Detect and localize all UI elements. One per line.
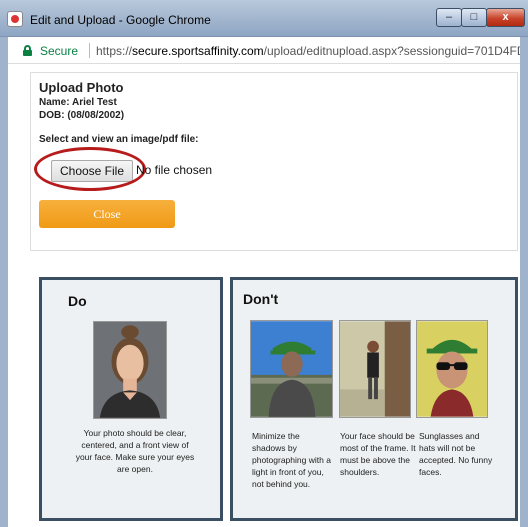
do-heading: Do	[68, 293, 87, 309]
chrome-app-icon	[7, 11, 23, 27]
do-caption: Your photo should be clear, centered, an…	[75, 428, 195, 474]
sunglasses-example-photo	[416, 320, 488, 418]
section-divider	[30, 250, 518, 251]
title-bar[interactable]: Edit and Upload - Google Chrome – □ x	[0, 0, 528, 37]
no-file-chosen-text: No file chosen	[136, 163, 213, 177]
player-name: Name: Ariel Test	[39, 97, 117, 108]
address-bar[interactable]: Secure https://secure.sportsaffinity.com…	[8, 38, 520, 64]
page-content: Upload Photo Name: Ariel Test DOB: (08/0…	[8, 64, 520, 527]
player-dob: DOB: (08/08/2002)	[39, 110, 125, 121]
backlit-example-photo	[250, 320, 333, 418]
address-separator	[89, 43, 90, 58]
dont-caption-sunglasses: Sunglasses and hats will not be accepted…	[419, 431, 493, 477]
maximize-button[interactable]: □	[461, 8, 487, 27]
close-window-button[interactable]: x	[486, 8, 525, 27]
window-frame-right	[520, 37, 528, 527]
close-button[interactable]: Close	[39, 200, 175, 228]
lock-icon	[23, 45, 32, 56]
window-frame-left	[0, 37, 8, 527]
page-title: Upload Photo	[39, 80, 124, 95]
dont-caption-frame: Your face should be most of the frame. I…	[340, 431, 416, 477]
secure-label: Secure	[40, 44, 79, 58]
minimize-button[interactable]: –	[436, 8, 462, 27]
dont-panel: Don't Minimize the shadows by photograph…	[230, 277, 518, 521]
dont-heading: Don't	[243, 291, 279, 307]
window-title: Edit and Upload - Google Chrome	[30, 13, 211, 27]
do-panel: Do Your photo should be clear, centered,…	[39, 277, 223, 521]
distant-example-photo	[339, 320, 411, 418]
select-file-label: Select and view an image/pdf file:	[39, 134, 199, 145]
good-example-photo	[93, 321, 167, 419]
url-text[interactable]: https://secure.sportsaffinity.com/upload…	[96, 44, 520, 58]
dont-caption-shadows: Minimize the shadows by photographing wi…	[252, 431, 331, 489]
choose-file-button[interactable]: Choose File	[51, 160, 133, 182]
